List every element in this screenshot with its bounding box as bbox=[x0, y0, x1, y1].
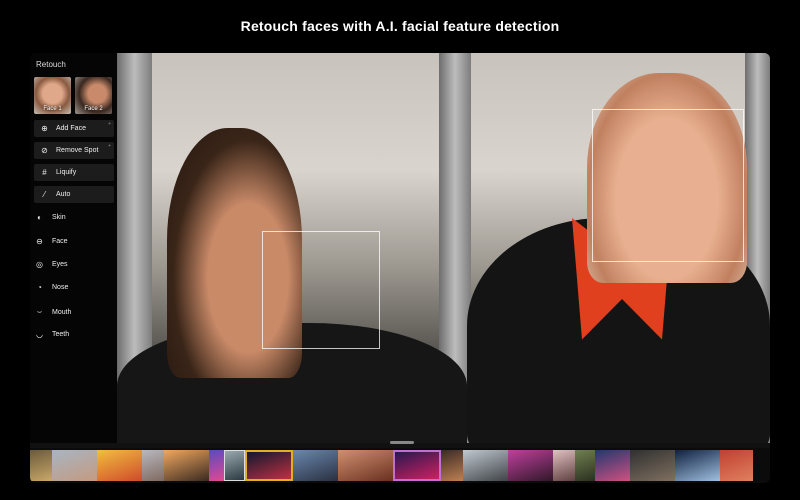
sidebar-item-eyes[interactable]: ◎ Eyes bbox=[35, 260, 68, 269]
button-label: Auto bbox=[56, 191, 71, 198]
face-detection-box-1[interactable] bbox=[262, 231, 380, 349]
add-face-button[interactable]: ⊕ Add Face + bbox=[34, 120, 114, 137]
button-label: Add Face bbox=[56, 125, 86, 132]
filmstrip bbox=[30, 448, 770, 483]
filmstrip-thumbnail[interactable] bbox=[393, 450, 441, 481]
filmstrip-thumbnail[interactable] bbox=[720, 450, 753, 481]
grid-icon: # bbox=[42, 168, 47, 177]
filmstrip-thumbnail[interactable] bbox=[224, 450, 245, 481]
page-title: Retouch faces with A.I. facial feature d… bbox=[240, 18, 560, 34]
button-label: Liquify bbox=[56, 169, 77, 176]
app-window: Retouch Face 1 Face 2 ⊕ Add Face + ⊘ Remove… bbox=[30, 53, 770, 483]
item-label: Mouth bbox=[52, 308, 72, 316]
filmstrip-thumbnail[interactable] bbox=[142, 450, 164, 481]
filmstrip-thumbnail[interactable] bbox=[575, 450, 595, 481]
sidebar-item-skin[interactable]: ◐ Skin bbox=[35, 213, 66, 222]
filmstrip-thumbnail[interactable] bbox=[52, 450, 97, 481]
sidebar-heading: Retouch bbox=[36, 60, 66, 69]
filmstrip-thumbnail[interactable] bbox=[675, 450, 720, 481]
filmstrip-thumbnail[interactable] bbox=[553, 450, 575, 481]
panel-resize-handle[interactable] bbox=[390, 441, 414, 444]
sidebar-item-teeth[interactable]: ◡ Teeth bbox=[35, 330, 69, 339]
face-thumb-1[interactable]: Face 1 bbox=[34, 77, 71, 114]
face-thumb-2[interactable]: Face 2 bbox=[75, 77, 112, 114]
filmstrip-thumbnail[interactable] bbox=[245, 450, 293, 481]
mouth-icon: ⌣ bbox=[36, 307, 43, 316]
filmstrip-thumbnail[interactable] bbox=[209, 450, 224, 481]
add-circle-icon: ⊕ bbox=[41, 124, 48, 133]
item-label: Nose bbox=[52, 284, 69, 291]
face-label: Face 1 bbox=[43, 106, 62, 112]
item-label: Eyes bbox=[52, 261, 68, 268]
filmstrip-thumbnail[interactable] bbox=[441, 450, 463, 481]
retouch-sidebar: Retouch Face 1 Face 2 ⊕ Add Face + ⊘ Remove… bbox=[30, 53, 117, 443]
sidebar-item-face[interactable]: ⊖ Face bbox=[35, 237, 68, 246]
magic-wand-icon: ⁄ bbox=[43, 190, 46, 199]
filmstrip-thumbnail[interactable] bbox=[595, 450, 630, 481]
bandage-icon: ⊘ bbox=[41, 146, 48, 155]
eye-icon: ◎ bbox=[36, 260, 43, 269]
liquify-button[interactable]: # Liquify bbox=[34, 164, 114, 181]
auto-button[interactable]: ⁄ Auto bbox=[34, 186, 114, 203]
photo-canvas[interactable] bbox=[117, 53, 770, 443]
plus-indicator: + bbox=[108, 121, 111, 127]
item-label: Teeth bbox=[52, 331, 70, 338]
filmstrip-thumbnail[interactable] bbox=[463, 450, 508, 481]
button-label: Remove Spot bbox=[56, 147, 99, 154]
filmstrip-thumbnail[interactable] bbox=[508, 450, 553, 481]
half-circle-icon: ◐ bbox=[37, 213, 42, 222]
teeth-icon: ◡ bbox=[36, 330, 43, 339]
filmstrip-thumbnail[interactable] bbox=[293, 450, 338, 481]
sidebar-item-nose[interactable]: ◔ Nose bbox=[35, 283, 68, 292]
filmstrip-thumbnail[interactable] bbox=[630, 450, 675, 481]
face-outline-icon: ⊖ bbox=[36, 237, 43, 246]
nose-icon: ◔ bbox=[37, 283, 42, 292]
item-label: Face bbox=[52, 238, 68, 245]
filmstrip-thumbnail[interactable] bbox=[30, 450, 52, 481]
item-label: Skin bbox=[52, 214, 66, 221]
face-label: Face 2 bbox=[84, 106, 103, 112]
remove-spot-button[interactable]: ⊘ Remove Spot + bbox=[34, 142, 114, 159]
filmstrip-thumbnail[interactable] bbox=[164, 450, 209, 481]
filmstrip-thumbnail[interactable] bbox=[97, 450, 142, 481]
plus-indicator: + bbox=[108, 143, 111, 149]
sidebar-item-mouth[interactable]: ⌣ Mouth bbox=[35, 307, 72, 317]
face-detection-box-2[interactable] bbox=[592, 109, 744, 262]
filmstrip-thumbnail[interactable] bbox=[338, 450, 393, 481]
